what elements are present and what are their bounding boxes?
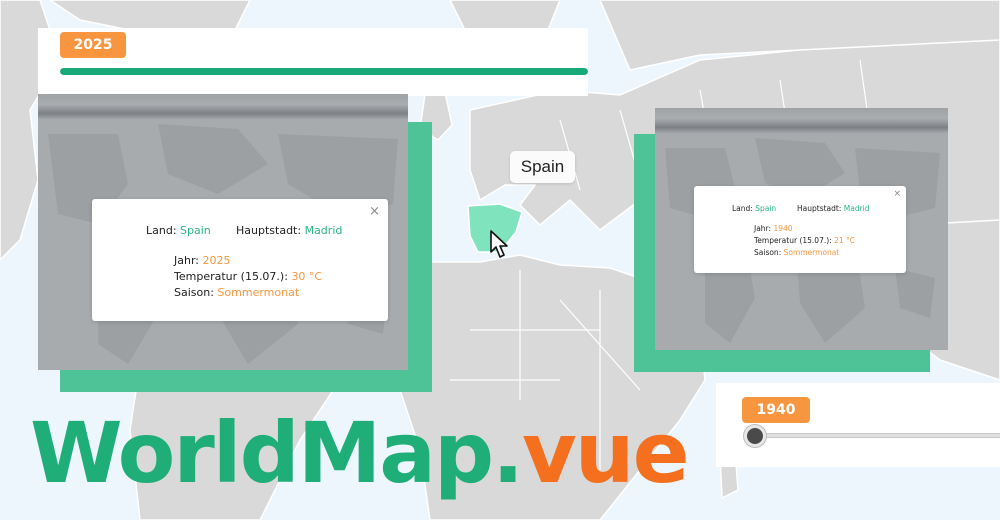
season-label: Saison: [174, 286, 214, 299]
logo: WorldMap.vue [30, 403, 690, 503]
top-slider-fill [60, 68, 588, 75]
season-row: Saison: Sommermonat [174, 286, 299, 299]
close-icon[interactable]: × [893, 189, 901, 199]
year-value: 1940 [773, 224, 793, 233]
temp-value: 21 °C [834, 236, 855, 245]
capital-row: Hauptstadt: Madrid [797, 204, 870, 213]
land-label: Land: [732, 204, 753, 213]
land-row: Land: Spain [146, 224, 211, 237]
year-value: 2025 [202, 254, 231, 267]
year-row: Jahr: 2025 [174, 254, 231, 267]
capital-value: Madrid [304, 224, 343, 237]
left-info-card[interactable]: × Land: Spain Hauptstadt: Madrid Jahr: 2… [92, 199, 388, 321]
year-row: Jahr: 1940 [754, 224, 793, 233]
top-year-slider[interactable]: 2025 [38, 28, 588, 96]
top-year-badge: 2025 [60, 32, 126, 58]
capital-label: Hauptstadt: [236, 224, 302, 237]
land-label: Land: [146, 224, 177, 237]
right-info-card[interactable]: × Land: Spain Hauptstadt: Madrid Jahr: 1… [694, 186, 906, 273]
temp-label: Temperatur (15.07.): [754, 236, 832, 245]
temp-row: Temperatur (15.07.): 30 °C [174, 270, 322, 283]
season-row: Saison: Sommermonat [754, 248, 839, 257]
bottom-year-slider[interactable]: 1940 [716, 383, 1000, 467]
year-label: Jahr: [754, 224, 772, 233]
bottom-slider-track[interactable] [756, 433, 1000, 438]
land-value: Spain [755, 204, 777, 213]
capital-row: Hauptstadt: Madrid [236, 224, 342, 237]
temp-row: Temperatur (15.07.): 21 °C [754, 236, 855, 245]
year-label: Jahr: [174, 254, 199, 267]
land-row: Land: Spain [732, 204, 776, 213]
season-value: Sommermonat [783, 248, 840, 257]
top-slider-track[interactable] [60, 68, 588, 75]
capital-value: Madrid [843, 204, 870, 213]
close-icon[interactable]: × [369, 204, 380, 219]
season-value: Sommermonat [217, 286, 300, 299]
season-label: Saison: [754, 248, 782, 257]
capital-label: Hauptstadt: [797, 204, 842, 213]
temp-label: Temperatur (15.07.): [174, 270, 288, 283]
logo-text-main: WorldMap. [30, 404, 524, 502]
mouse-pointer-icon [490, 230, 508, 258]
logo-text-suffix: vue [522, 404, 690, 502]
land-value: Spain [180, 224, 211, 237]
bottom-year-badge: 1940 [742, 397, 810, 423]
temp-value: 30 °C [291, 270, 323, 283]
country-tooltip: Spain [510, 151, 575, 183]
slider-thumb-handle[interactable] [744, 425, 766, 447]
